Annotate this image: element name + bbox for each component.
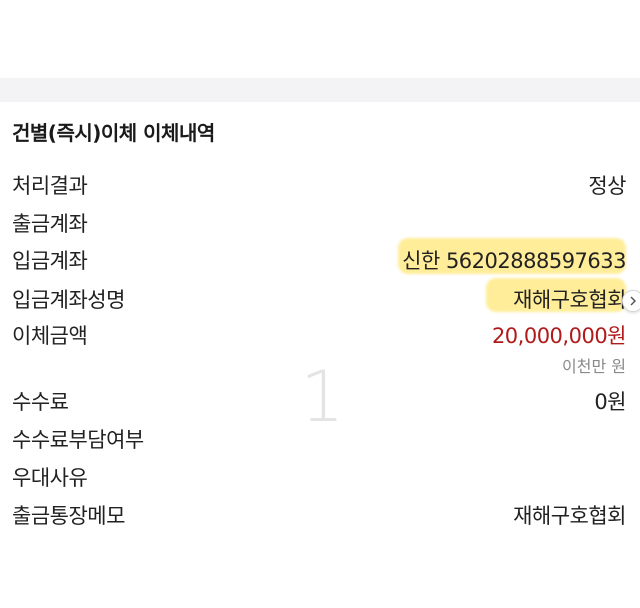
row-label: 처리결과: [12, 174, 88, 198]
amount-korean-text: 이천만 원: [562, 357, 626, 376]
row-value: 0원: [594, 390, 626, 414]
row-value: 재해구호협회: [513, 504, 626, 528]
row-result: 처리결과 정상: [12, 170, 626, 198]
row-label: 우대사유: [12, 466, 88, 490]
row-deposit-account: 입금계좌 신한 56202888597633: [12, 245, 626, 273]
row-fee-bearer: 수수료부담여부: [12, 424, 626, 452]
top-gray-band: [0, 78, 640, 102]
chevron-right-icon[interactable]: [622, 290, 640, 312]
row-label: 입금계좌성명: [12, 288, 125, 312]
row-label: 수수료부담여부: [12, 428, 144, 452]
row-memo: 출금통장메모 재해구호협회: [12, 500, 626, 528]
row-value: 신한 56202888597633: [402, 249, 626, 273]
row-value: 정상: [588, 174, 626, 198]
row-amount: 이체금액 20,000,000원: [12, 320, 627, 348]
row-label: 출금통장메모: [12, 504, 125, 528]
row-fee: 수수료 0원: [12, 386, 626, 414]
row-label: 입금계좌: [12, 249, 88, 273]
amount-value: 20,000,000원: [491, 324, 627, 348]
row-value: 재해구호협회: [513, 288, 626, 312]
row-withdraw-account: 출금계좌: [12, 208, 626, 236]
page-title: 건별(즉시)이체 이체내역: [12, 121, 215, 145]
chevron-right-icon-svg: [630, 296, 637, 306]
row-preference-reason: 우대사유: [12, 462, 626, 490]
row-deposit-name: 입금계좌성명 재해구호협회: [12, 284, 626, 312]
row-label: 이체금액: [12, 324, 88, 348]
row-label: 출금계좌: [12, 212, 88, 236]
row-label: 수수료: [12, 390, 69, 414]
